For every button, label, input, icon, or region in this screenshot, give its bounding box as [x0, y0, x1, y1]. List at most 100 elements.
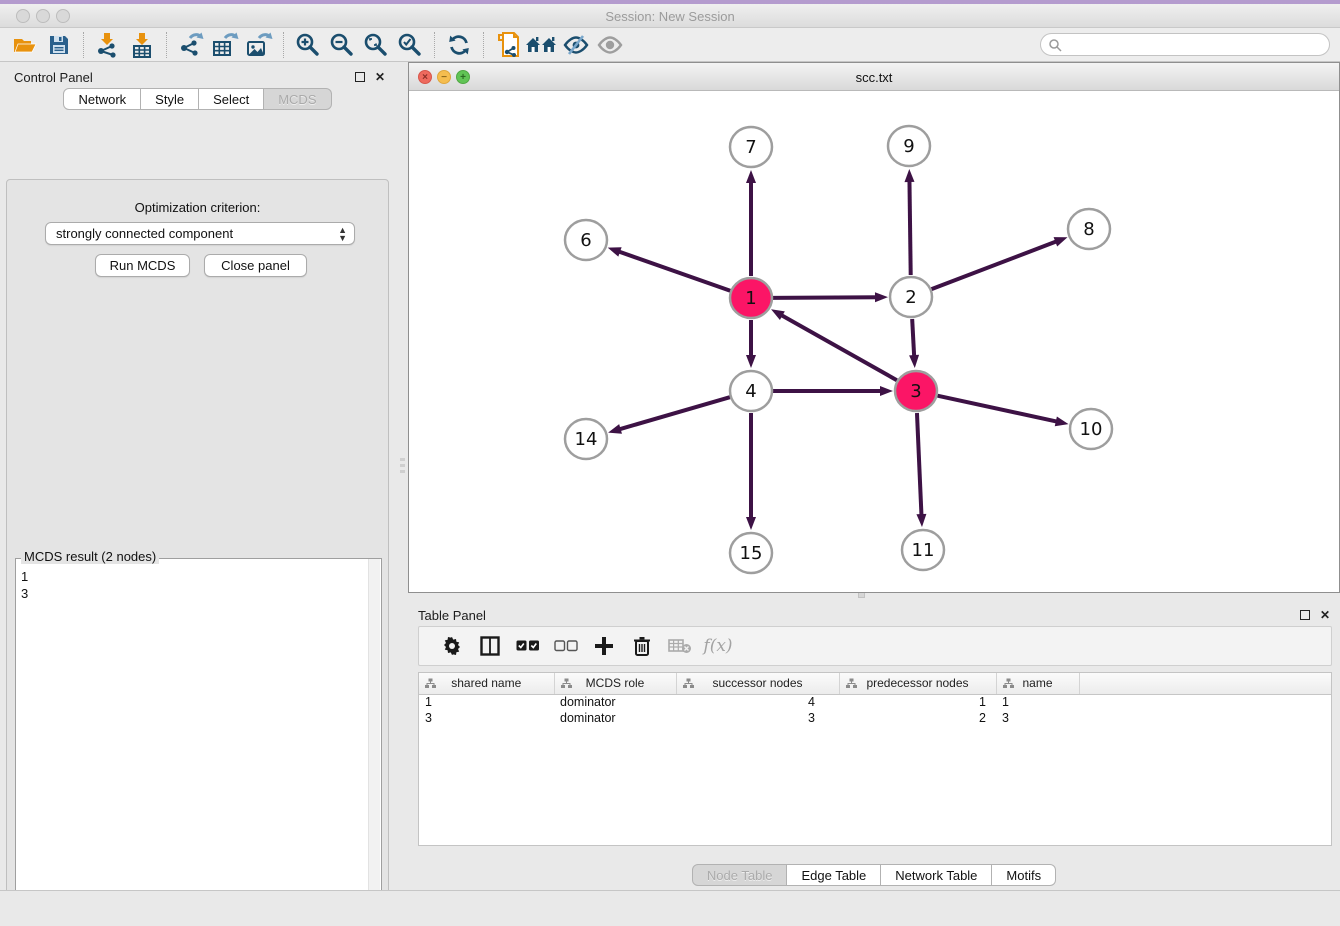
graph-node-9[interactable]: 9 — [888, 126, 930, 166]
export-image-button[interactable] — [242, 30, 276, 60]
tab-edge-table[interactable]: Edge Table — [787, 864, 881, 886]
float-panel-icon[interactable] — [355, 72, 365, 82]
tab-select[interactable]: Select — [199, 88, 264, 110]
export-network-button[interactable] — [174, 30, 208, 60]
tab-style[interactable]: Style — [141, 88, 199, 110]
run-mcds-button[interactable]: Run MCDS — [95, 254, 190, 277]
close-table-panel-icon[interactable]: ✕ — [1320, 609, 1330, 621]
float-table-panel-icon[interactable] — [1300, 610, 1310, 620]
plus-icon — [594, 636, 614, 656]
graph-node-4[interactable]: 4 — [730, 371, 772, 411]
graph-node-6[interactable]: 6 — [565, 220, 607, 260]
graph-node-label: 14 — [575, 429, 598, 450]
table-cell[interactable]: dominator — [554, 694, 676, 710]
import-table-button[interactable] — [125, 30, 159, 60]
mcds-result-item: 1 — [21, 568, 28, 585]
table-row[interactable]: 1dominator411 — [419, 694, 1331, 710]
graph-edge-1-2[interactable] — [773, 292, 888, 302]
select-all-button[interactable] — [509, 631, 547, 661]
graph-node-14[interactable]: 14 — [565, 419, 607, 459]
tab-mcds[interactable]: MCDS — [264, 88, 331, 110]
hide-selected-button[interactable] — [559, 30, 593, 60]
graph-node-11[interactable]: 11 — [902, 530, 944, 570]
open-session-button[interactable] — [8, 30, 42, 60]
graph-edge-3-11[interactable] — [916, 413, 926, 527]
checked-boxes-icon — [516, 639, 540, 653]
graph-edge-4-15[interactable] — [746, 413, 756, 530]
deselect-all-button[interactable] — [547, 631, 585, 661]
mcds-result-item: 3 — [21, 585, 28, 602]
delete-table-button[interactable] — [661, 631, 699, 661]
table-cell[interactable]: 3 — [996, 710, 1079, 726]
graph-edge-2-9[interactable] — [904, 169, 914, 275]
graph-edge-2-3[interactable] — [909, 319, 919, 368]
table-settings-button[interactable] — [433, 631, 471, 661]
tab-network-table[interactable]: Network Table — [881, 864, 992, 886]
delete-rows-button[interactable] — [623, 631, 661, 661]
first-neighbors-button[interactable] — [525, 30, 559, 60]
table-cell[interactable]: 1 — [839, 694, 996, 710]
vertical-split-divider[interactable] — [395, 62, 408, 890]
column-header-shared-name[interactable]: shared name — [419, 673, 554, 694]
graph-node-15[interactable]: 15 — [730, 533, 772, 573]
import-network-button[interactable] — [91, 30, 125, 60]
table-row[interactable]: 3dominator323 — [419, 710, 1331, 726]
criterion-dropdown[interactable]: strongly connected component ▲▼ — [45, 222, 355, 245]
table-cell[interactable]: 1 — [996, 694, 1079, 710]
column-header-name[interactable]: name — [996, 673, 1079, 694]
graph-edge-3-10[interactable] — [937, 396, 1068, 427]
graph-node-1[interactable]: 1 — [730, 278, 772, 318]
tab-motifs[interactable]: Motifs — [992, 864, 1056, 886]
refresh-layout-button[interactable] — [442, 30, 476, 60]
table-cell[interactable]: 1 — [419, 694, 554, 710]
graph-node-10[interactable]: 10 — [1070, 409, 1112, 449]
network-canvas[interactable]: 1 2 3 4 6 7 8 9 10 11 14 15 — [409, 91, 1339, 593]
clone-network-icon — [495, 31, 521, 59]
show-all-button[interactable] — [593, 30, 627, 60]
table-cell[interactable]: 3 — [419, 710, 554, 726]
table-cell[interactable]: 4 — [676, 694, 839, 710]
export-table-button[interactable] — [208, 30, 242, 60]
graph-edge-1-4[interactable] — [746, 320, 756, 368]
graph-node-2[interactable]: 2 — [890, 277, 932, 317]
graph-edge-4-14[interactable] — [608, 397, 730, 434]
search-icon — [1048, 38, 1062, 52]
column-header-successor-nodes[interactable]: successor nodes — [676, 673, 839, 694]
graph-node-3[interactable]: 3 — [895, 371, 937, 411]
zoom-out-button[interactable] — [325, 30, 359, 60]
graph-node-7[interactable]: 7 — [730, 127, 772, 167]
optimization-criterion-label: Optimization criterion: — [7, 200, 388, 215]
column-header-predecessor-nodes[interactable]: predecessor nodes — [839, 673, 996, 694]
close-panel-icon[interactable]: ✕ — [375, 71, 385, 83]
toolbar-separator — [434, 32, 435, 58]
zoom-fit-button[interactable] — [359, 30, 393, 60]
result-scrollbar[interactable] — [368, 559, 380, 926]
graph-edge-4-3[interactable] — [773, 386, 893, 396]
tab-network[interactable]: Network — [63, 88, 141, 110]
zoom-selected-button[interactable] — [393, 30, 427, 60]
function-builder-button[interactable]: f(x) — [699, 631, 737, 661]
toggle-columns-button[interactable] — [471, 631, 509, 661]
table-panel: Table Panel ✕ — [408, 600, 1340, 890]
search-input[interactable] — [1040, 33, 1330, 56]
graph-edge-1-7[interactable] — [746, 170, 756, 276]
save-session-button[interactable] — [42, 30, 76, 60]
graph-node-label: 15 — [740, 543, 763, 564]
add-row-button[interactable] — [585, 631, 623, 661]
graph-edge-1-6[interactable] — [608, 247, 731, 290]
graph-edge-2-8[interactable] — [932, 237, 1068, 289]
column-header-MCDS-role[interactable]: MCDS role — [554, 673, 676, 694]
table-cell[interactable]: dominator — [554, 710, 676, 726]
graph-node-8[interactable]: 8 — [1068, 209, 1110, 249]
node-table[interactable]: shared nameMCDS rolesuccessor nodesprede… — [418, 672, 1332, 846]
tab-node-table[interactable]: Node Table — [692, 864, 788, 886]
close-panel-button[interactable]: Close panel — [204, 254, 307, 277]
graph-edge-3-1[interactable] — [771, 309, 897, 380]
table-cell[interactable]: 2 — [839, 710, 996, 726]
table-cell[interactable]: 3 — [676, 710, 839, 726]
zoom-fit-icon — [363, 32, 389, 58]
export-table-icon — [211, 32, 239, 58]
vertical-split-handle[interactable] — [400, 458, 405, 474]
clone-network-button[interactable] — [491, 30, 525, 60]
zoom-in-button[interactable] — [291, 30, 325, 60]
